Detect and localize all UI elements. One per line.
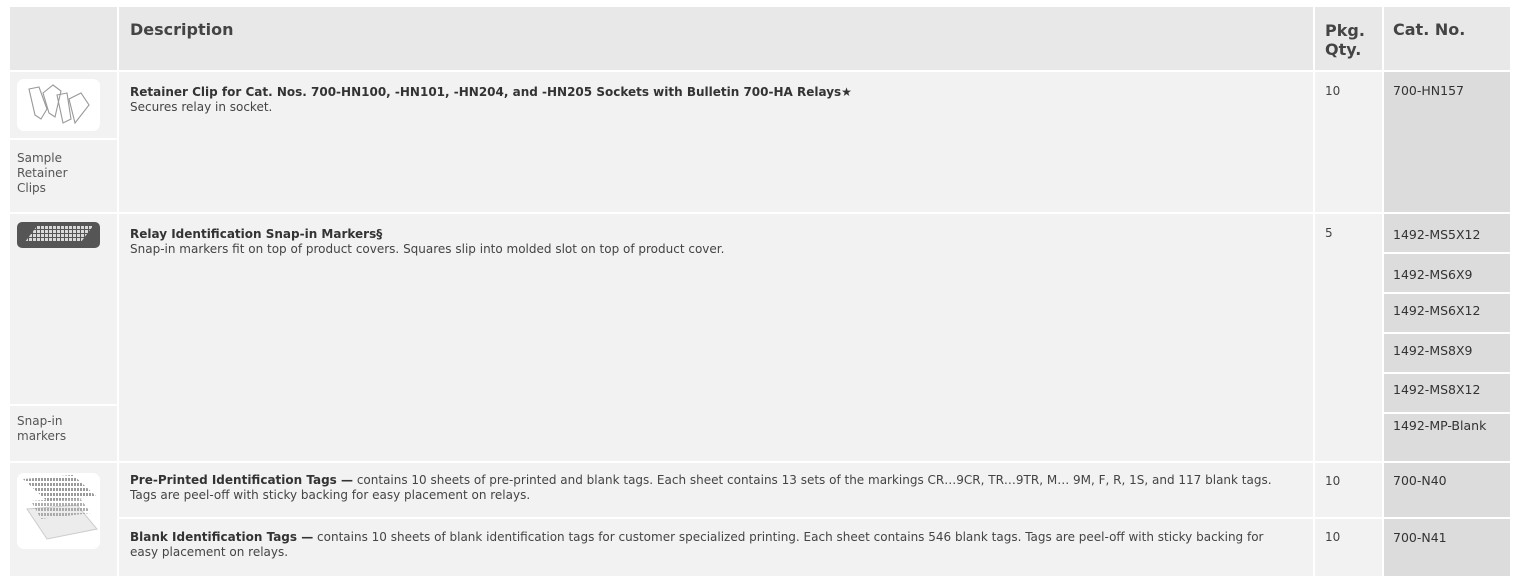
header-description: Description (130, 20, 234, 39)
row2-cat-cell-5: 1492-MS8X12 (1384, 374, 1510, 412)
row2-desc: Snap-in markers fit on top of product co… (130, 242, 725, 256)
cat-no-1492-MP-Blank: 1492-MP-Blank (1393, 418, 1487, 433)
row3-image-cell (10, 463, 117, 576)
row1-image-cell (10, 72, 117, 138)
identification-tags-image (17, 473, 100, 549)
row2-desc-cell: Relay Identification Snap-in Markers§ Sn… (119, 214, 1313, 461)
row1-title: Retainer Clip for Cat. Nos. 700-HN100, -… (130, 85, 852, 99)
cat-no-700-N40: 700-N40 (1393, 473, 1447, 488)
row4-cat-cell: 700-N41 (1384, 519, 1510, 576)
header-description-cell: Description (119, 7, 1313, 70)
cat-no-1492-MS5X12: 1492-MS5X12 (1393, 227, 1481, 242)
row2-caption: Snap-in markers (17, 414, 67, 443)
row4-desc-cell: Blank Identification Tags — contains 10 … (119, 519, 1313, 576)
row1-desc: Secures relay in socket. (130, 100, 273, 114)
row2-image-cell (10, 214, 117, 404)
cat-no-700-HN157: 700-HN157 (1393, 83, 1464, 98)
cat-no-1492-MS8X12: 1492-MS8X12 (1393, 382, 1481, 397)
cat-no-700-N41: 700-N41 (1393, 530, 1447, 545)
row1-qty-cell: 10 (1315, 72, 1382, 212)
row1-caption: Sample Retainer Clips (17, 151, 68, 195)
header-cat-no: Cat. No. (1393, 20, 1466, 39)
row2-qty: 5 (1325, 226, 1333, 240)
row3-title: Pre-Printed Identification Tags — (130, 473, 353, 487)
row4-title: Blank Identification Tags — (130, 530, 314, 544)
row2-cat-cell-3: 1492-MS6X12 (1384, 294, 1510, 332)
header-pkg-qty: Pkg. Qty. (1325, 21, 1365, 59)
cat-no-1492-MS6X9: 1492-MS6X9 (1393, 267, 1473, 282)
header-image-cell (10, 7, 117, 70)
row3-qty: 10 (1325, 474, 1341, 488)
row2-qty-cell: 5 (1315, 214, 1382, 461)
row2-caption-cell: Snap-in markers (10, 406, 117, 461)
row1-desc-cell: Retainer Clip for Cat. Nos. 700-HN100, -… (119, 72, 1313, 212)
row1-caption-cell: Sample Retainer Clips (10, 140, 117, 212)
cat-no-1492-MS8X9: 1492-MS8X9 (1393, 343, 1473, 358)
row4-qty: 10 (1325, 530, 1341, 544)
row2-cat-cell-6: 1492-MP-Blank (1384, 414, 1510, 461)
row3-cat-cell: 700-N40 (1384, 463, 1510, 517)
row2-cat-cell-4: 1492-MS8X9 (1384, 334, 1510, 372)
row3-description: Pre-Printed Identification Tags — contai… (130, 473, 1290, 503)
row4-qty-cell: 10 (1315, 519, 1382, 576)
row2-cat-cell-1: 1492-MS5X12 (1384, 214, 1510, 252)
row3-desc-cell: Pre-Printed Identification Tags — contai… (119, 463, 1313, 517)
row1-cat-cell: 700-HN157 (1384, 72, 1510, 212)
snap-in-marker-image (17, 222, 100, 248)
row2-title: Relay Identification Snap-in Markers§ (130, 227, 383, 241)
row3-qty-cell: 10 (1315, 463, 1382, 517)
row2-cat-cell-2: 1492-MS6X9 (1384, 254, 1510, 292)
header-cat-cell: Cat. No. (1384, 7, 1510, 70)
header-qty-cell: Pkg. Qty. (1315, 7, 1382, 70)
row1-description: Retainer Clip for Cat. Nos. 700-HN100, -… (130, 85, 1300, 115)
retainer-clip-image (17, 79, 100, 131)
row4-description: Blank Identification Tags — contains 10 … (130, 530, 1290, 560)
cat-no-1492-MS6X12: 1492-MS6X12 (1393, 303, 1481, 318)
row2-description: Relay Identification Snap-in Markers§ Sn… (130, 227, 1300, 257)
row1-qty: 10 (1325, 84, 1341, 98)
